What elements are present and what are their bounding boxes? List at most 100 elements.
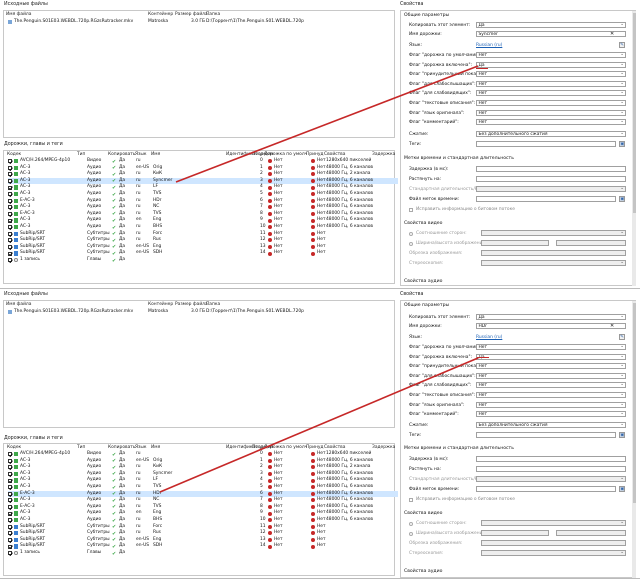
timefile-field[interactable] xyxy=(476,486,616,492)
track-row[interactable]: SubRip/SRT Субтитры ✔ Да ru Forc 11 Нет Нет xyxy=(8,231,398,238)
flag-dropdown[interactable]: Нет xyxy=(476,90,626,97)
track-checkbox[interactable] xyxy=(8,531,12,536)
flag-dropdown[interactable]: Нет xyxy=(476,401,626,408)
track-checkbox[interactable] xyxy=(8,498,12,503)
stretch-field[interactable] xyxy=(476,176,626,182)
track-row[interactable]: SubRip/SRT Субтитры ✔ Да en-US SDH 14 Нет Нет xyxy=(8,543,398,550)
track-checkbox[interactable] xyxy=(8,465,12,470)
col-filename[interactable]: Имя файла xyxy=(6,12,31,17)
track-row[interactable]: AC-3 Аудио ✔ Да ru LF 4 Нет Нет 48000 Гц, 6 канал… xyxy=(8,477,398,484)
track-checkbox[interactable] xyxy=(8,218,12,223)
track-row[interactable]: 1 запись Главы ✔ Да xyxy=(8,550,398,557)
track-checkbox[interactable] xyxy=(8,192,12,197)
col-size[interactable]: Размер файла xyxy=(175,12,208,17)
track-checkbox[interactable] xyxy=(8,198,12,203)
track-row[interactable]: SubRip/SRT Субтитры ✔ Да en-US Eng 13 Нет Нет xyxy=(8,244,398,251)
track-checkbox[interactable] xyxy=(8,231,12,236)
track-row[interactable]: AC-3 Аудио ✔ Да ru BHS 10 Нет Нет 48000 Гц, 6 кан… xyxy=(8,517,398,524)
lang-edit-button[interactable]: ✎ xyxy=(619,42,625,48)
lang-link[interactable]: Russian (ru) xyxy=(476,43,502,48)
track-row[interactable]: AC-3 Аудио ✔ Да ru TVS 5 Нет Нет 48000 Гц, 6 кана… xyxy=(8,191,398,198)
crop-field[interactable] xyxy=(481,250,626,256)
track-checkbox[interactable] xyxy=(8,185,12,190)
track-row[interactable]: AC-3 Аудио ✔ Да ru BHS 10 Нет Нет 48000 Гц, 6 кан… xyxy=(8,224,398,231)
flag-dropdown[interactable]: Нет xyxy=(476,382,626,389)
col-lang[interactable]: Язык xyxy=(135,152,147,157)
col-copy[interactable]: Копировать xyxy=(108,445,135,450)
aspect-radio[interactable] xyxy=(409,522,413,526)
props-scrollbar[interactable] xyxy=(632,11,636,286)
col-container[interactable]: Контейнер xyxy=(148,12,173,17)
track-row[interactable]: AC-3 Аудио ✔ Да en Eng 9 Нет Нет 48000 Гц, 6 кана… xyxy=(8,217,398,224)
flag-dropdown[interactable]: Нет xyxy=(476,119,626,126)
col-name[interactable]: Имя xyxy=(151,152,160,157)
flag-dropdown[interactable]: Нет xyxy=(476,71,626,78)
delay-field[interactable] xyxy=(476,166,626,172)
aspect-dropdown[interactable] xyxy=(481,230,626,236)
flag-dropdown[interactable]: Нет xyxy=(476,109,626,116)
fix-bitstream-checkbox[interactable] xyxy=(409,498,413,502)
aspect-dropdown[interactable] xyxy=(481,520,626,526)
track-checkbox[interactable] xyxy=(8,178,12,183)
track-row[interactable]: AC-3 Аудио ✔ Да ru LF 4 Нет Нет 48000 Гц, 6 канал… xyxy=(8,184,398,191)
track-checkbox[interactable] xyxy=(8,165,12,170)
track-checkbox[interactable] xyxy=(8,458,12,463)
source-file-row[interactable]: The.Penguin.S01E03.WEBDL.720p.RGzsRutrac… xyxy=(5,19,393,26)
track-row[interactable]: AC-3 Аудио ✔ Да ru КиК 2 Нет Нет 48000 Гц, 2 кана… xyxy=(8,464,398,471)
timefile-browse-button[interactable]: ▣ xyxy=(619,486,625,492)
width-field[interactable] xyxy=(481,530,549,536)
track-checkbox[interactable] xyxy=(8,544,12,549)
clear-icon[interactable]: ✕ xyxy=(610,323,614,329)
track-checkbox[interactable] xyxy=(8,205,12,210)
fps-dropdown[interactable] xyxy=(476,186,626,192)
col-copy[interactable]: Копировать xyxy=(108,152,135,157)
track-checkbox[interactable] xyxy=(8,491,12,496)
flag-dropdown[interactable]: Нет xyxy=(476,363,626,370)
copy-dropdown[interactable]: Да xyxy=(476,22,626,28)
tags-field[interactable] xyxy=(476,432,616,438)
stereo-dropdown[interactable] xyxy=(481,550,626,556)
col-delay[interactable]: Задержка xyxy=(372,445,395,450)
col-lang[interactable]: Язык xyxy=(135,445,147,450)
track-checkbox[interactable] xyxy=(8,511,12,516)
lang-edit-button[interactable]: ✎ xyxy=(619,334,625,340)
tags-browse-button[interactable]: ▣ xyxy=(619,141,625,147)
track-row[interactable]: AC-3 Аудио ✔ Да ru NC 7 Нет Нет 48000 Гц, 6 канал… xyxy=(8,497,398,504)
fps-dropdown[interactable] xyxy=(476,476,626,482)
track-name-field[interactable]: Syncmer xyxy=(476,31,626,37)
track-checkbox[interactable] xyxy=(8,485,12,490)
col-default-track[interactable]: Дорожка по умолч xyxy=(264,152,307,157)
stretch-field[interactable] xyxy=(476,466,626,472)
track-checkbox[interactable] xyxy=(8,471,12,476)
track-row[interactable]: AC-3 Аудио ✔ Да en Eng 9 Нет Нет 48000 Гц, 6 кана… xyxy=(8,510,398,517)
flag-dropdown[interactable]: Да xyxy=(476,353,626,360)
track-checkbox[interactable] xyxy=(8,452,12,457)
track-row[interactable]: SubRip/SRT Субтитры ✔ Да en-US Eng 13 Нет Нет xyxy=(8,537,398,544)
col-type[interactable]: Тип xyxy=(77,445,85,450)
col-delay[interactable]: Задержка xyxy=(372,152,395,157)
clear-icon[interactable]: ✕ xyxy=(610,31,614,37)
flag-dropdown[interactable]: Нет xyxy=(476,52,626,58)
dimensions-radio[interactable] xyxy=(409,532,413,536)
timefile-field[interactable] xyxy=(476,196,616,202)
track-row[interactable]: 1 запись Главы ✔ Да xyxy=(8,257,398,264)
track-checkbox[interactable] xyxy=(8,258,12,263)
col-forced[interactable]: Принуд xyxy=(306,445,323,450)
col-codec[interactable]: Кодек xyxy=(7,152,21,157)
copy-dropdown[interactable]: Да xyxy=(476,314,626,320)
col-name[interactable]: Имя xyxy=(151,445,160,450)
flag-dropdown[interactable]: Нет xyxy=(476,344,626,350)
crop-field[interactable] xyxy=(481,540,626,546)
width-field[interactable] xyxy=(481,240,549,246)
aspect-radio[interactable] xyxy=(409,232,413,236)
col-props[interactable]: Свойства xyxy=(324,152,345,157)
stereo-dropdown[interactable] xyxy=(481,260,626,266)
timefile-browse-button[interactable]: ▣ xyxy=(619,196,625,202)
col-forced[interactable]: Принуд xyxy=(306,152,323,157)
track-checkbox[interactable] xyxy=(8,238,12,243)
track-checkbox[interactable] xyxy=(8,244,12,249)
height-field[interactable] xyxy=(556,530,626,536)
compress-dropdown[interactable]: Без дополнительного сжатия xyxy=(476,422,626,428)
track-checkbox[interactable] xyxy=(8,524,12,529)
track-checkbox[interactable] xyxy=(8,159,12,164)
